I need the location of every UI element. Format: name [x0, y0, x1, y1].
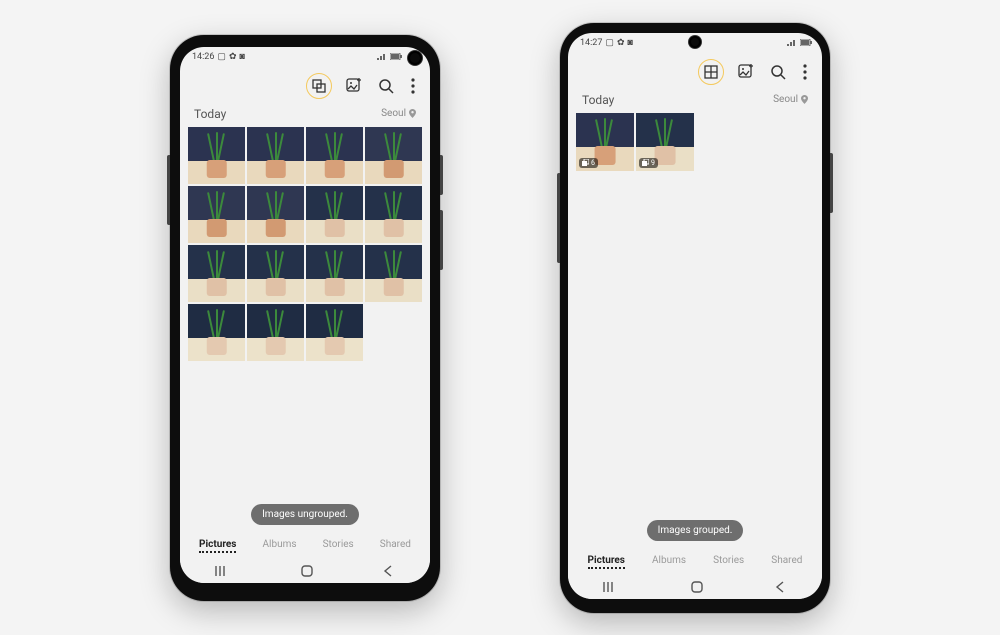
toolbar: [180, 67, 430, 103]
recents-button[interactable]: [603, 581, 619, 593]
status-bar: 14:26 ▢ ✿ ◙: [180, 47, 430, 67]
search-icon[interactable]: [768, 62, 788, 82]
create-icon[interactable]: [344, 76, 364, 96]
home-button[interactable]: [300, 564, 314, 578]
location-label[interactable]: Seoul: [381, 108, 416, 119]
more-icon[interactable]: [800, 62, 810, 82]
tab-stories[interactable]: Stories: [323, 539, 354, 553]
photo-thumbnail[interactable]: [247, 127, 304, 184]
toast: Images grouped.: [647, 520, 744, 541]
tab-shared[interactable]: Shared: [771, 555, 802, 569]
photo-grid: 69: [568, 113, 822, 171]
toolbar: [568, 53, 822, 89]
settings-indicator-icon: ✿: [617, 38, 625, 48]
photo-thumbnail[interactable]: [188, 186, 245, 243]
search-icon[interactable]: [376, 76, 396, 96]
photo-thumbnail[interactable]: [247, 245, 304, 302]
day-label: Today: [582, 93, 614, 107]
settings-indicator-icon: ✿: [229, 52, 237, 62]
home-button[interactable]: [690, 580, 704, 594]
tab-pictures[interactable]: Pictures: [199, 539, 236, 553]
tab-albums[interactable]: Albums: [652, 555, 686, 569]
back-button[interactable]: [383, 565, 395, 577]
signal-icon: [377, 53, 387, 61]
create-icon[interactable]: [736, 62, 756, 82]
battery-icon: [800, 39, 812, 46]
phone-right: 14:27 ▢ ✿ ◙: [560, 23, 830, 613]
photo-thumbnail[interactable]: 9: [636, 113, 694, 171]
tab-shared[interactable]: Shared: [380, 539, 411, 553]
stack-count-badge: 9: [639, 158, 658, 168]
section-header: Today Seoul: [180, 103, 430, 127]
photo-thumbnail[interactable]: [188, 127, 245, 184]
tab-albums[interactable]: Albums: [263, 539, 297, 553]
photo-thumbnail[interactable]: [306, 186, 363, 243]
back-button[interactable]: [775, 581, 787, 593]
image-indicator-icon: ▢: [605, 38, 614, 48]
photo-thumbnail[interactable]: [365, 186, 422, 243]
image-indicator-icon: ▢: [217, 52, 226, 62]
screen: 14:27 ▢ ✿ ◙: [568, 33, 822, 599]
recents-button[interactable]: [215, 565, 231, 577]
photo-thumbnail[interactable]: [247, 186, 304, 243]
section-header: Today Seoul: [568, 89, 822, 113]
location-label[interactable]: Seoul: [773, 94, 808, 105]
group-grid-icon[interactable]: [698, 59, 724, 85]
photo-thumbnail[interactable]: [188, 304, 245, 361]
android-nav-bar: [568, 575, 822, 599]
tab-pictures[interactable]: Pictures: [588, 555, 625, 569]
photo-thumbnail[interactable]: [365, 127, 422, 184]
bottom-tabs: Pictures Albums Stories Shared: [180, 535, 430, 559]
clock: 14:27: [580, 38, 602, 48]
clock: 14:26: [192, 52, 214, 62]
tab-stories[interactable]: Stories: [713, 555, 744, 569]
bottom-tabs: Pictures Albums Stories Shared: [568, 551, 822, 575]
photo-thumbnail[interactable]: [306, 304, 363, 361]
photo-thumbnail[interactable]: 6: [576, 113, 634, 171]
battery-icon: [390, 53, 402, 60]
photo-thumbnail[interactable]: [247, 304, 304, 361]
ungroup-icon[interactable]: [306, 73, 332, 99]
phone-left: 14:26 ▢ ✿ ◙: [170, 35, 440, 601]
location-pin-icon: [801, 95, 808, 104]
location-pin-icon: [409, 109, 416, 118]
more-icon[interactable]: [408, 76, 418, 96]
photo-thumbnail[interactable]: [306, 127, 363, 184]
photo-grid: [180, 127, 430, 361]
android-nav-bar: [180, 559, 430, 583]
camera-punch-hole: [689, 36, 701, 48]
stack-count-badge: 6: [579, 158, 598, 168]
day-label: Today: [194, 107, 226, 121]
app-indicator-icon: ◙: [627, 37, 632, 48]
status-bar: 14:27 ▢ ✿ ◙: [568, 33, 822, 53]
photo-thumbnail[interactable]: [365, 245, 422, 302]
signal-icon: [787, 39, 797, 47]
photo-thumbnail[interactable]: [188, 245, 245, 302]
screen: 14:26 ▢ ✿ ◙: [180, 47, 430, 583]
toast: Images ungrouped.: [251, 504, 359, 525]
photo-thumbnail[interactable]: [306, 245, 363, 302]
app-indicator-icon: ◙: [239, 51, 244, 62]
camera-punch-hole: [408, 51, 422, 65]
